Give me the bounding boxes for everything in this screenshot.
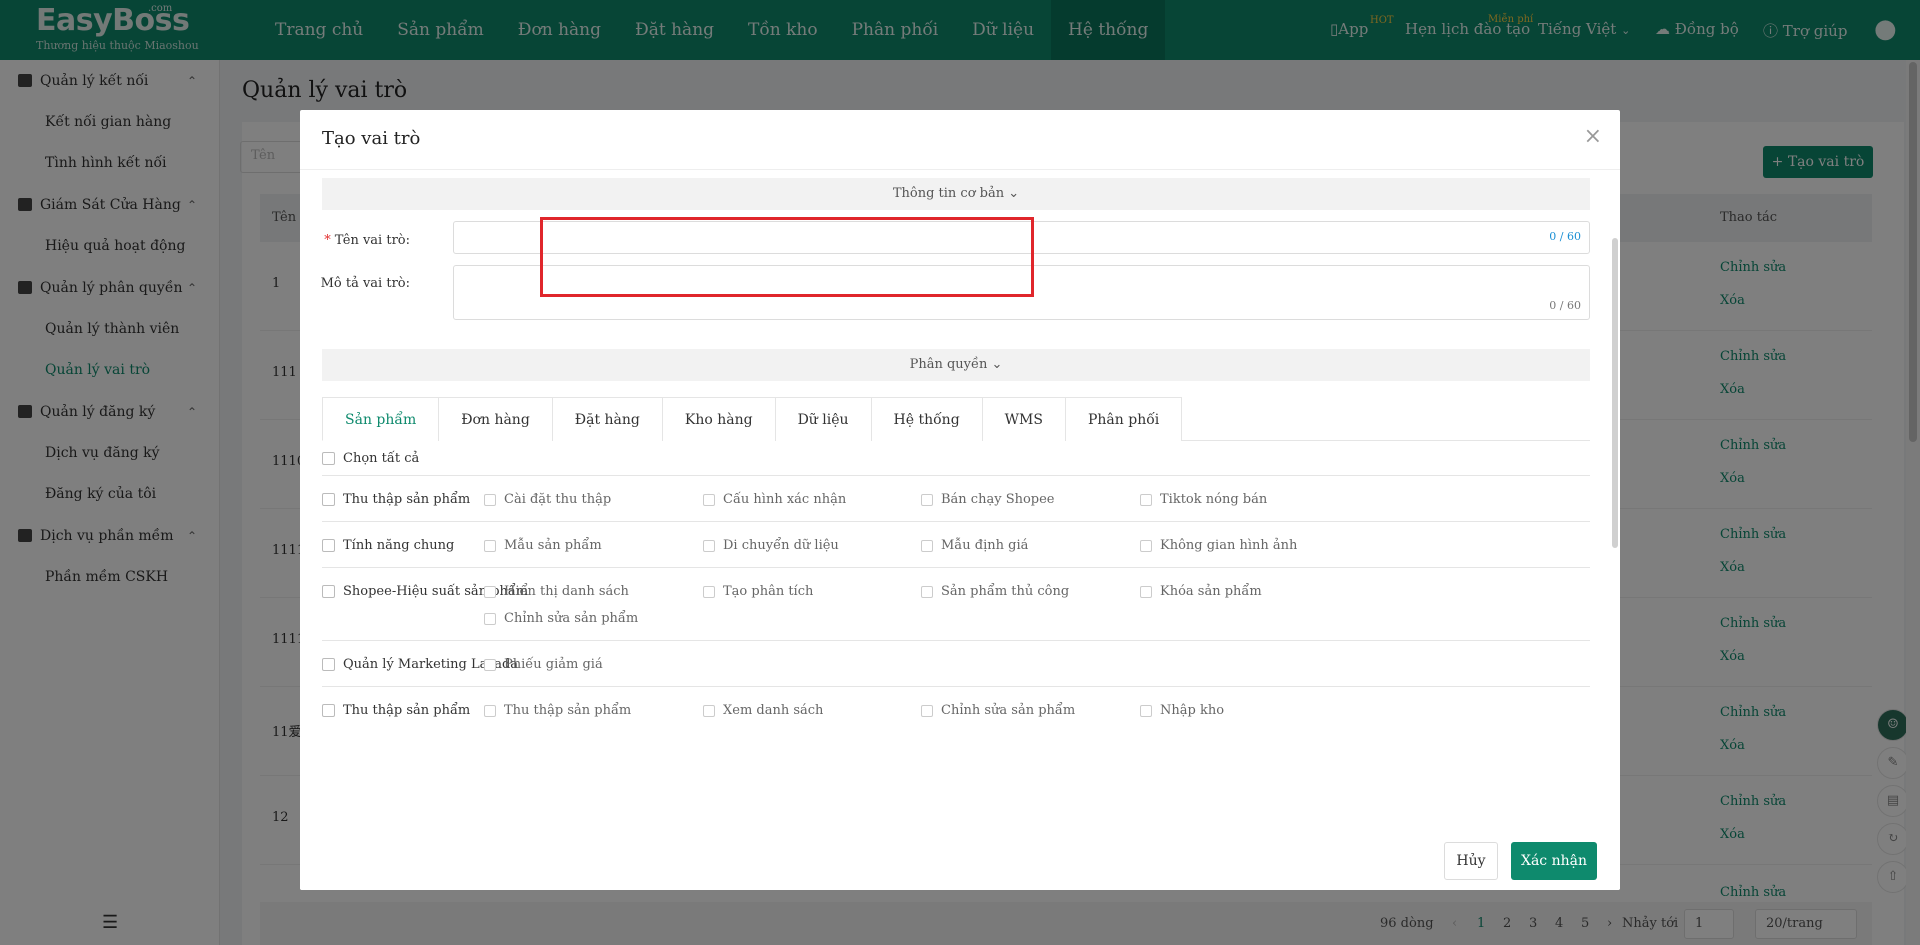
perm-checkbox[interactable]: Nhập kho [1140, 703, 1224, 718]
perm-checkbox[interactable]: Phiếu giảm giá [484, 657, 603, 672]
perm-checkbox[interactable]: Thu thập sản phẩm [484, 703, 631, 718]
dialog-scrollbar[interactable] [1612, 238, 1618, 548]
perm-checkbox[interactable]: Mẫu sản phẩm [484, 538, 602, 553]
tab-wms[interactable]: WMS [981, 397, 1066, 441]
cancel-button[interactable]: Hủy [1444, 842, 1498, 880]
perm-checkbox[interactable]: Chỉnh sửa sản phẩm [484, 611, 638, 626]
required-mark: * [324, 233, 331, 248]
perm-checkbox[interactable]: Xem danh sách [703, 703, 823, 718]
role-name-label: * Tên vai trò: [324, 233, 410, 248]
permission-tabs: Sản phẩm Đơn hàng Đặt hàng Kho hàng Dữ l… [322, 397, 1590, 441]
chevron-down-icon: ⌄ [1008, 186, 1020, 201]
perm-checkbox[interactable]: Tiktok nóng bán [1140, 492, 1267, 507]
select-all-checkbox[interactable]: Chọn tất cả [322, 451, 419, 466]
perm-checkbox[interactable]: Cài đặt thu thập [484, 492, 611, 507]
perm-checkbox[interactable]: Tạo phân tích [703, 584, 813, 599]
tab-distribution[interactable]: Phân phối [1065, 397, 1183, 441]
tab-data[interactable]: Dữ liệu [774, 397, 872, 441]
perm-row: Thu thập sản phẩm Thu thập sản phẩm Xem … [322, 687, 1590, 733]
dialog-footer: Hủy Xác nhận [300, 830, 1620, 890]
perm-checkbox[interactable]: Di chuyển dữ liệu [703, 538, 839, 553]
role-name-counter: 0 / 60 [1549, 230, 1581, 243]
perm-row: Tính năng chung Mẫu sản phẩm Di chuyển d… [322, 522, 1590, 568]
perm-group-checkbox[interactable]: Thu thập sản phẩm [322, 492, 470, 507]
perm-checkbox[interactable]: Không gian hình ảnh [1140, 538, 1297, 553]
perm-checkbox[interactable]: Sản phẩm thủ công [921, 584, 1069, 599]
confirm-button[interactable]: Xác nhận [1511, 842, 1597, 880]
close-icon[interactable]: × [1584, 124, 1602, 149]
tab-products[interactable]: Sản phẩm [322, 397, 440, 441]
perm-group-checkbox[interactable]: Tính năng chung [322, 538, 454, 553]
chevron-down-icon: ⌄ [991, 357, 1003, 372]
select-all-row: Chọn tất cả [322, 442, 1590, 476]
perm-checkbox[interactable]: Hiển thị danh sách [484, 584, 629, 599]
section-basic-info[interactable]: Thông tin cơ bản ⌄ [322, 178, 1590, 210]
perm-checkbox[interactable]: Bán chạy Shopee [921, 492, 1055, 507]
perm-checkbox[interactable]: Khóa sản phẩm [1140, 584, 1262, 599]
tab-orders[interactable]: Đơn hàng [438, 397, 553, 441]
perm-row: Shopee-Hiệu suất sản phẩm Hiển thị danh … [322, 568, 1590, 641]
tab-system[interactable]: Hệ thống [870, 397, 983, 441]
role-desc-counter: 0 / 60 [1549, 299, 1581, 312]
section-permissions[interactable]: Phân quyền ⌄ [322, 349, 1590, 381]
tab-warehouse[interactable]: Kho hàng [661, 397, 776, 441]
highlight-box [540, 217, 1034, 297]
perm-row: Quản lý Marketing Lazada Phiếu giảm giá [322, 641, 1590, 687]
perm-checkbox[interactable]: Cấu hình xác nhận [703, 492, 846, 507]
perm-checkbox[interactable]: Chỉnh sửa sản phẩm [921, 703, 1075, 718]
perm-group-checkbox[interactable]: Thu thập sản phẩm [322, 703, 470, 718]
role-desc-label: Mô tả vai trò: [320, 276, 410, 291]
dialog-title: Tạo vai trò [322, 128, 421, 149]
dialog-header: Tạo vai trò × [300, 110, 1620, 170]
perm-row: Thu thập sản phẩm Cài đặt thu thập Cấu h… [322, 476, 1590, 522]
perm-checkbox[interactable]: Mẫu định giá [921, 538, 1028, 553]
tab-purchasing[interactable]: Đặt hàng [551, 397, 663, 441]
